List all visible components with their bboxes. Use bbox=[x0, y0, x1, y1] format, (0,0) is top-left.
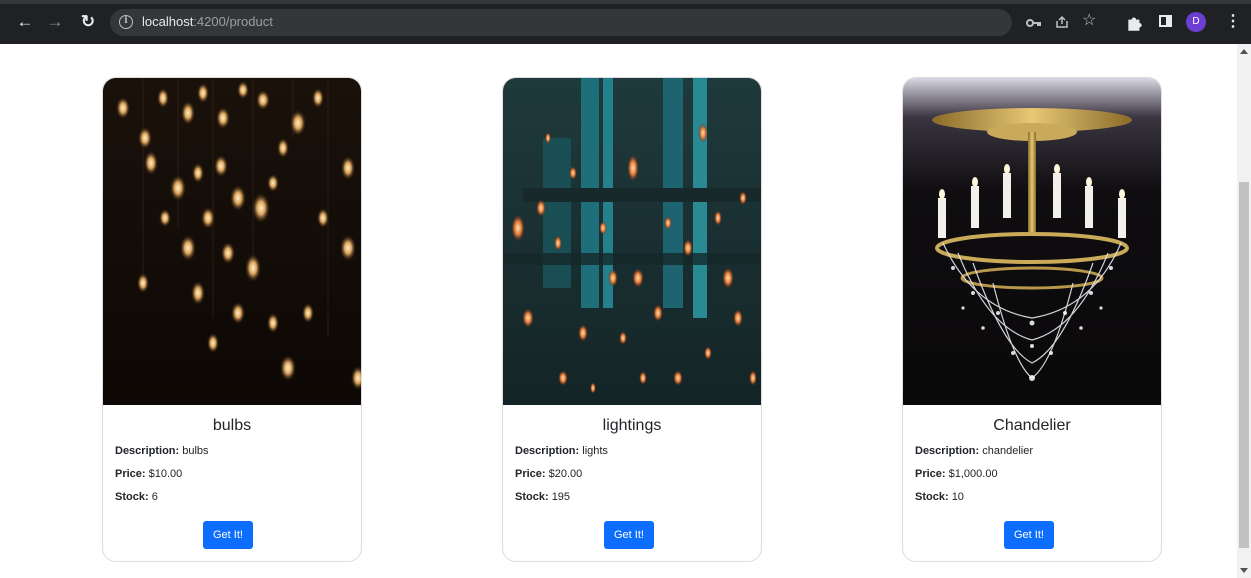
price-label: Price: bbox=[115, 468, 146, 480]
product-image-bulbs bbox=[103, 78, 361, 405]
product-image-chandelier bbox=[903, 78, 1161, 405]
product-description: Description: chandelier bbox=[915, 445, 1033, 457]
product-card-chandelier: Chandelier Description: chandelier Price… bbox=[902, 77, 1162, 562]
info-icon[interactable]: i bbox=[119, 15, 133, 29]
vertical-scrollbar[interactable] bbox=[1237, 44, 1251, 578]
description-value: bulbs bbox=[182, 445, 209, 457]
stock-label: Stock: bbox=[115, 491, 149, 503]
price-value: $10.00 bbox=[148, 468, 183, 480]
get-it-button[interactable]: Get It! bbox=[1004, 521, 1054, 549]
stock-label: Stock: bbox=[915, 491, 949, 503]
url-path: :4200/product bbox=[193, 14, 273, 29]
profile-avatar[interactable]: D bbox=[1186, 12, 1206, 32]
url-host: localhost bbox=[142, 14, 194, 29]
product-card-bulbs: bulbs Description: bulbs Price: $10.00 S… bbox=[102, 77, 362, 562]
back-arrow-icon[interactable]: ← bbox=[14, 11, 36, 33]
description-label: Description: bbox=[115, 445, 180, 457]
description-value: lights bbox=[582, 445, 608, 457]
stock-label: Stock: bbox=[515, 491, 549, 503]
page-viewport: bulbs Description: bulbs Price: $10.00 S… bbox=[0, 44, 1237, 578]
product-price: Price: $10.00 bbox=[115, 468, 182, 480]
description-label: Description: bbox=[515, 445, 580, 457]
browser-toolbar: ← → ↻ i localhost:4200/product ☆ D ⋮ bbox=[0, 0, 1251, 44]
side-panel-icon[interactable] bbox=[1159, 15, 1172, 27]
tab-strip-edge bbox=[0, 0, 1251, 4]
product-name: lightings bbox=[602, 417, 662, 434]
menu-kebab-icon[interactable]: ⋮ bbox=[1225, 12, 1241, 32]
product-name: bulbs bbox=[212, 417, 252, 434]
reload-icon[interactable]: ↻ bbox=[77, 11, 99, 33]
stock-value: 195 bbox=[551, 491, 571, 503]
star-icon[interactable]: ☆ bbox=[1082, 13, 1096, 29]
product-price: Price: $1,000.00 bbox=[915, 468, 998, 480]
description-value: chandelier bbox=[982, 445, 1034, 457]
product-card-lightings: lightings Description: lights Price: $20… bbox=[502, 77, 762, 562]
product-stock: Stock: 195 bbox=[515, 491, 570, 503]
scroll-down-arrow-icon[interactable] bbox=[1240, 568, 1248, 573]
product-description: Description: lights bbox=[515, 445, 608, 457]
product-stock: Stock: 6 bbox=[115, 491, 158, 503]
description-label: Description: bbox=[915, 445, 980, 457]
price-label: Price: bbox=[915, 468, 946, 480]
price-value: $1,000.00 bbox=[948, 468, 998, 480]
stock-value: 10 bbox=[951, 491, 964, 503]
product-stock: Stock: 10 bbox=[915, 491, 964, 503]
stock-value: 6 bbox=[151, 491, 158, 503]
price-value: $20.00 bbox=[548, 468, 583, 480]
scroll-thumb[interactable] bbox=[1239, 182, 1249, 548]
address-bar[interactable]: i localhost:4200/product ☆ bbox=[110, 9, 1096, 36]
url-text[interactable]: localhost:4200/product bbox=[142, 14, 273, 29]
get-it-button[interactable]: Get It! bbox=[203, 521, 253, 549]
scroll-up-arrow-icon[interactable] bbox=[1240, 49, 1248, 54]
forward-arrow-icon[interactable]: → bbox=[44, 11, 66, 33]
product-price: Price: $20.00 bbox=[515, 468, 582, 480]
product-description: Description: bulbs bbox=[115, 445, 209, 457]
extensions-icon[interactable] bbox=[1125, 13, 1145, 33]
product-image-lightings bbox=[503, 78, 761, 405]
get-it-button[interactable]: Get It! bbox=[604, 521, 654, 549]
key-icon[interactable] bbox=[1026, 18, 1042, 28]
price-label: Price: bbox=[515, 468, 546, 480]
product-name: Chandelier bbox=[993, 417, 1071, 434]
share-icon[interactable] bbox=[1055, 15, 1069, 29]
